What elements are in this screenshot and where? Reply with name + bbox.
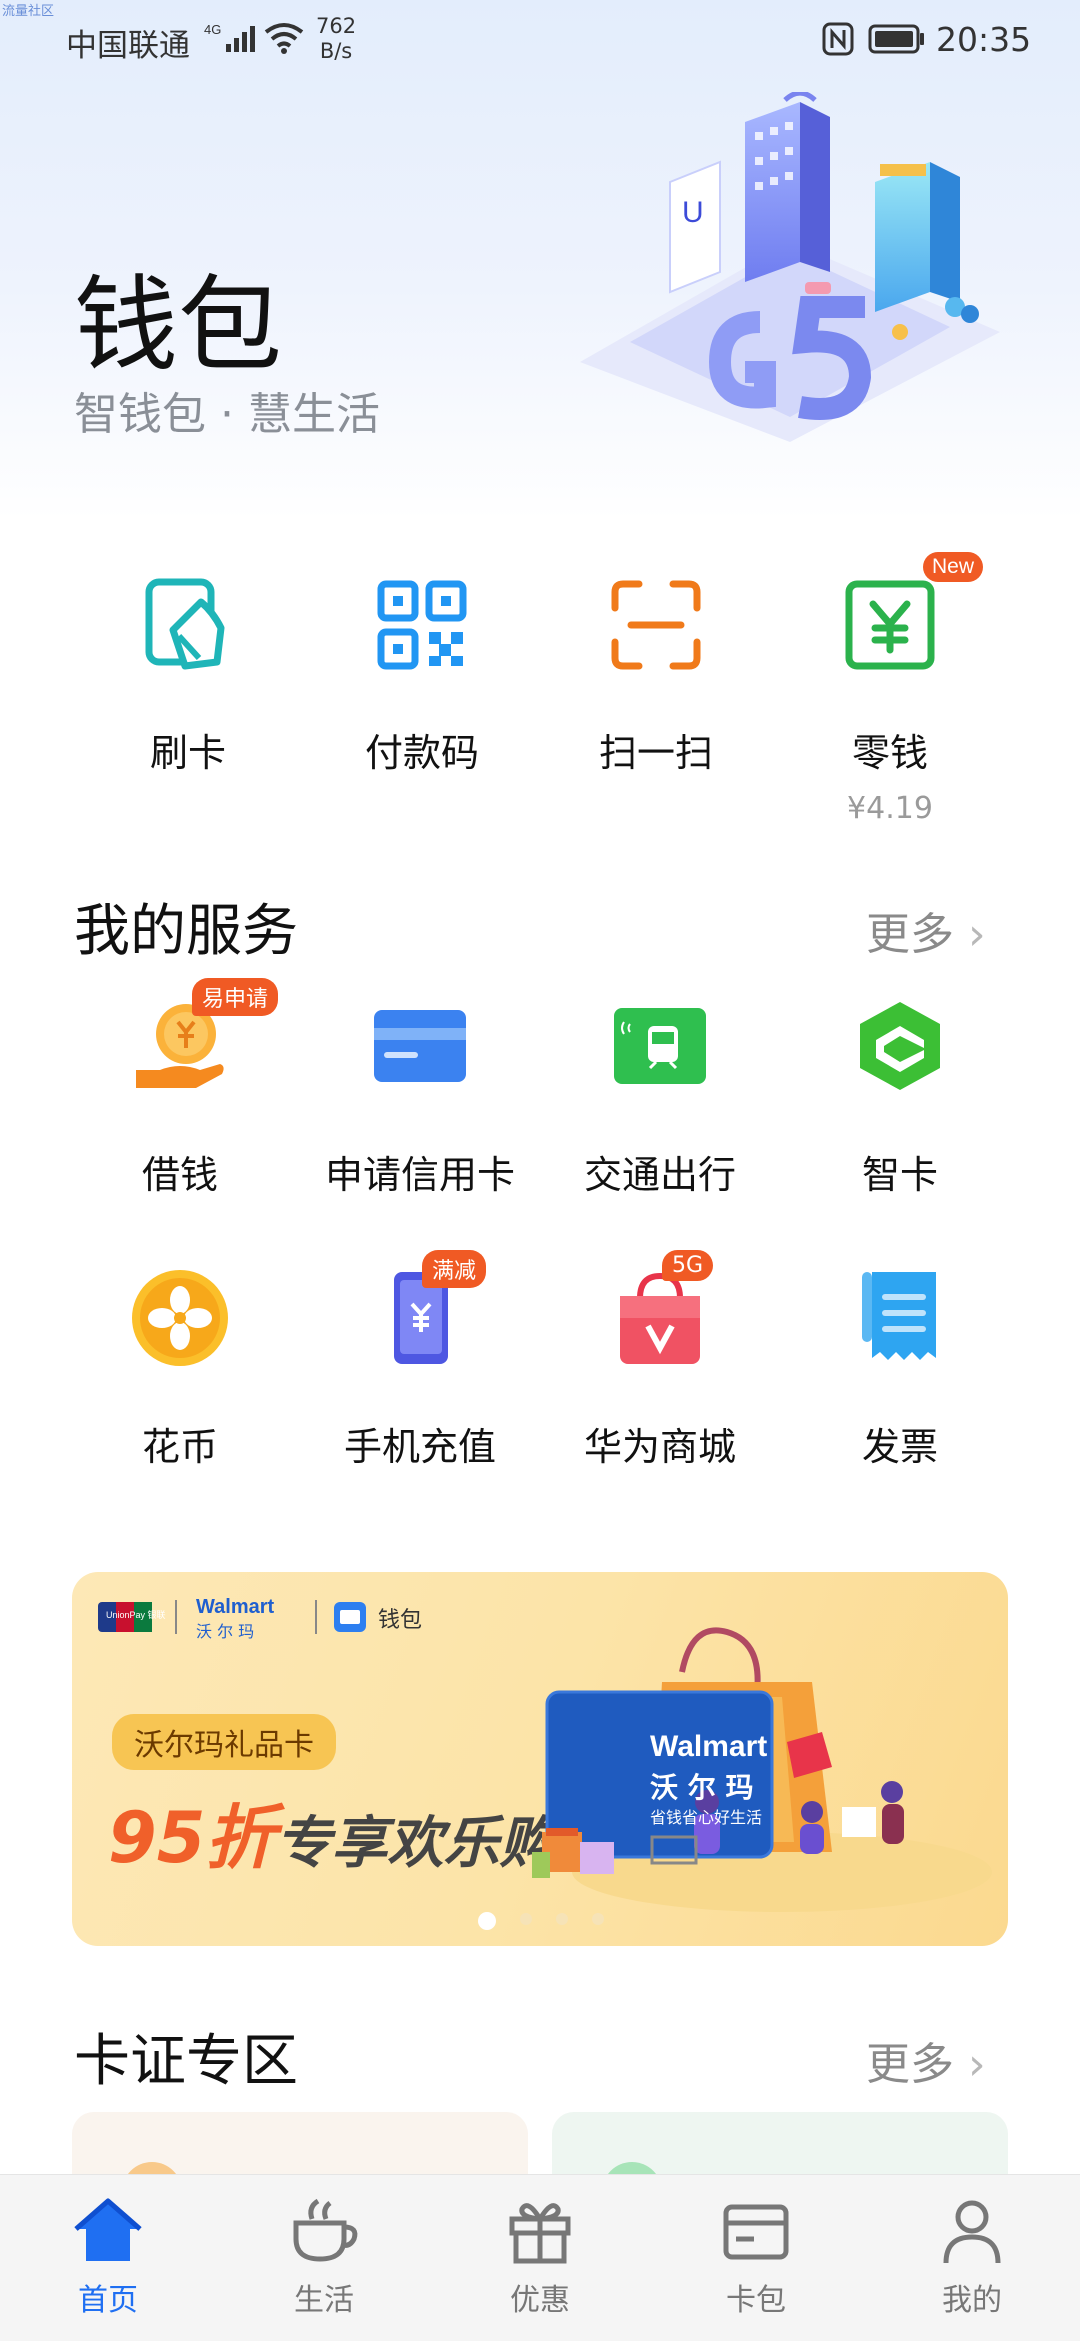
network-speed: 762 B/s — [316, 14, 356, 64]
carousel-indicator[interactable] — [478, 1910, 628, 1930]
quick-action-label: 零钱 — [851, 731, 928, 775]
net-speed-unit: B/s — [319, 39, 353, 63]
promo-banner[interactable]: UnionPay 银联 Walmart 沃 尔 玛 钱包 沃尔玛礼品卡 95折专… — [72, 1572, 1008, 1946]
service-label: 华为商城 — [583, 1425, 736, 1469]
wifi-icon — [264, 23, 304, 54]
service-huawei-coin[interactable]: 花币 — [60, 1268, 300, 1471]
quick-action-label: 刷卡 — [149, 731, 226, 775]
bottom-navigation: 首页 生活 优惠 卡包 我的 — [0, 2174, 1080, 2341]
cards-more-link[interactable]: 更多 › — [866, 2028, 986, 2092]
profile-icon — [936, 2195, 1008, 2267]
page-subtitle: 智钱包 · 慧生活 — [74, 389, 380, 440]
banner-headline: 95折专享欢乐购 — [108, 1782, 555, 1883]
signal-icon: 4G — [204, 22, 255, 52]
smart-card-icon — [850, 996, 950, 1096]
status-bar: 流量社区 中国联通 4G 762 B/s 20:35 — [0, 0, 1080, 80]
yuan-wallet-icon: New — [835, 552, 983, 680]
coin-hand-icon: 易申请 — [130, 978, 279, 1096]
net-speed-value: 762 — [316, 14, 357, 38]
service-label: 借钱 — [141, 1153, 218, 1197]
clock: 20:35 — [936, 20, 1032, 59]
nav-label: 生活 — [294, 2283, 354, 2318]
nav-home[interactable]: 首页 — [0, 2195, 216, 2319]
nfc-icon — [822, 22, 854, 56]
nav-profile[interactable]: 我的 — [864, 2195, 1080, 2319]
wallet-logo-text: 钱包 — [378, 1608, 423, 1633]
carousel-dot-active[interactable] — [478, 1911, 496, 1930]
carousel-dot[interactable] — [556, 1913, 568, 1925]
battery-icon — [868, 24, 924, 54]
headline-text: 专享欢乐购 — [275, 1811, 556, 1876]
walmart-logo-cn: 沃 尔 玛 — [196, 1622, 255, 1641]
service-borrow[interactable]: 易申请 借钱 — [60, 978, 300, 1199]
home-icon — [72, 2195, 144, 2267]
gift-card-slogan: 省钱省心好生活 — [650, 1808, 763, 1827]
nav-label: 卡包 — [726, 2283, 786, 2318]
phone-topup-icon: 满减 — [370, 1250, 487, 1368]
invoice-icon — [850, 1268, 950, 1368]
svg-text:U: U — [682, 196, 704, 229]
service-huawei-mall[interactable]: 5G 华为商城 — [540, 1250, 780, 1471]
services-section-title: 我的服务 — [74, 899, 298, 964]
banner-tag: 沃尔玛礼品卡 — [112, 1714, 336, 1770]
quick-action-scan[interactable]: 扫一扫 — [556, 570, 756, 777]
new-badge: New — [922, 552, 983, 582]
coffee-cup-icon — [288, 2195, 360, 2267]
credit-card-icon — [370, 996, 470, 1096]
nav-offers[interactable]: 优惠 — [432, 2195, 648, 2319]
service-transit[interactable]: 交通出行 — [540, 996, 780, 1199]
balance-amount: ¥4.19 — [847, 791, 933, 826]
service-label: 申请信用卡 — [324, 1153, 515, 1197]
more-label: 更多 — [866, 909, 954, 960]
cards-section-title: 卡证专区 — [74, 2029, 298, 2094]
carrier-name: 中国联通 — [66, 28, 190, 64]
nav-label: 优惠 — [510, 2283, 570, 2318]
services-more-link[interactable]: 更多 › — [866, 898, 986, 962]
flower-coin-icon — [130, 1268, 230, 1368]
watermark-text: 流量社区 — [2, 4, 55, 19]
nav-label: 首页 — [78, 2283, 138, 2318]
service-label: 交通出行 — [583, 1153, 736, 1197]
quick-action-label: 付款码 — [364, 731, 479, 775]
service-phone-topup[interactable]: 满减 手机充值 — [300, 1250, 540, 1471]
shopping-bag-icon: 5G — [610, 1250, 714, 1368]
svg-text:4G: 4G — [204, 22, 221, 37]
gift-card-brand-cn: 沃 尔 玛 — [650, 1771, 754, 1804]
discount-badge: 满减 — [422, 1250, 487, 1288]
scan-icon — [601, 570, 711, 680]
transit-card-icon — [610, 996, 710, 1096]
service-label: 智卡 — [861, 1153, 938, 1197]
qr-code-icon — [367, 570, 477, 680]
unionpay-logo-text: UnionPay 银联 — [106, 1610, 166, 1620]
service-credit-card[interactable]: 申请信用卡 — [300, 996, 540, 1199]
easy-apply-badge: 易申请 — [192, 978, 279, 1016]
quick-action-payment-code[interactable]: 付款码 — [322, 570, 522, 777]
service-label: 花币 — [141, 1425, 218, 1469]
city-5g-illustration: U — [580, 92, 1000, 442]
nav-card-wallet[interactable]: 卡包 — [648, 2195, 864, 2319]
service-label: 手机充值 — [343, 1425, 496, 1469]
chevron-right-icon: › — [968, 2039, 986, 2090]
more-label: 更多 — [866, 2039, 954, 2090]
5g-badge: 5G — [662, 1250, 714, 1281]
nav-life[interactable]: 生活 — [216, 2195, 432, 2319]
service-label: 发票 — [861, 1425, 938, 1469]
card-wallet-icon — [720, 2195, 792, 2267]
chevron-right-icon: › — [968, 909, 986, 960]
gift-card-brand: Walmart — [650, 1730, 768, 1763]
quick-action-label: 扫一扫 — [598, 731, 713, 775]
walmart-logo-text: Walmart — [196, 1596, 275, 1618]
page-title: 钱包 — [74, 264, 283, 386]
carousel-dot[interactable] — [520, 1913, 532, 1925]
carousel-dot[interactable] — [592, 1913, 604, 1925]
card-swipe-icon — [133, 570, 243, 680]
quick-action-card-swipe[interactable]: 刷卡 — [88, 570, 288, 777]
quick-action-balance[interactable]: New 零钱 ¥4.19 — [790, 552, 990, 826]
nav-label: 我的 — [942, 2283, 1002, 2318]
service-smart-card[interactable]: 智卡 — [780, 996, 1020, 1199]
discount-text: 95折 — [108, 1797, 276, 1879]
gift-icon — [504, 2195, 576, 2267]
service-invoice[interactable]: 发票 — [780, 1268, 1020, 1471]
